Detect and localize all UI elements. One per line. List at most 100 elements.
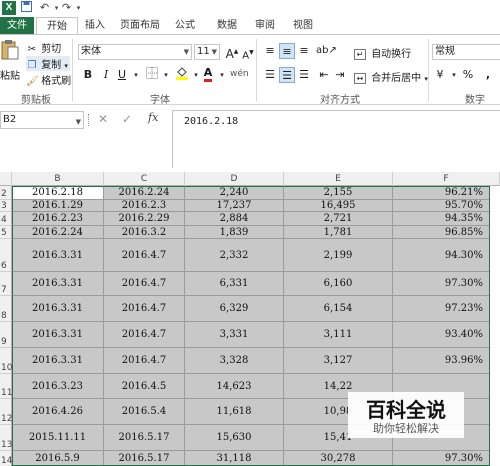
column-header[interactable]: F bbox=[393, 172, 500, 186]
copy-dropdown-icon[interactable]: ▾ bbox=[64, 62, 68, 70]
table-cell[interactable]: 2016.3.31 bbox=[12, 296, 104, 322]
table-cell[interactable]: 3,127 bbox=[284, 348, 393, 374]
row-header[interactable]: 14 bbox=[0, 451, 12, 466]
table-cell[interactable]: 1,781 bbox=[284, 226, 393, 239]
name-box[interactable]: B2 ▼ bbox=[0, 111, 84, 129]
font-size-select[interactable]: 11 ▼ bbox=[194, 44, 220, 60]
table-cell[interactable]: 15,630 bbox=[185, 425, 284, 451]
table-cell[interactable]: 3,331 bbox=[185, 322, 284, 348]
table-cell[interactable]: 3,328 bbox=[185, 348, 284, 374]
row-header[interactable]: 8 bbox=[0, 296, 12, 322]
align-center-button[interactable]: ☰ bbox=[279, 67, 295, 83]
row-header[interactable]: 3 bbox=[0, 200, 12, 212]
decrease-font-size-button[interactable]: A▼ bbox=[240, 45, 256, 61]
table-cell[interactable]: 14,623 bbox=[185, 374, 284, 399]
table-cell[interactable]: 97.30% bbox=[393, 272, 490, 296]
table-cell[interactable]: 2016.2.24 bbox=[12, 226, 104, 239]
table-cell[interactable]: 2016.2.3 bbox=[104, 200, 185, 212]
font-name-select[interactable]: 宋体 ▼ bbox=[78, 44, 192, 60]
increase-font-size-button[interactable]: A▲ bbox=[224, 44, 240, 61]
table-cell[interactable]: 6,154 bbox=[284, 296, 393, 322]
table-cell[interactable]: 2016.4.5 bbox=[104, 374, 185, 399]
table-cell[interactable]: 2016.2.24 bbox=[104, 186, 185, 200]
copy-button[interactable]: ❐ 复制 ▾ bbox=[26, 56, 70, 71]
table-cell[interactable]: 3,111 bbox=[284, 322, 393, 348]
row-header[interactable]: 10 bbox=[0, 348, 12, 374]
row-header[interactable]: 5 bbox=[0, 226, 12, 239]
align-middle-button[interactable]: ≡ bbox=[279, 43, 295, 59]
align-bottom-button[interactable]: ≡ bbox=[296, 43, 312, 59]
bold-button[interactable]: B bbox=[80, 67, 96, 83]
tab-formulas[interactable]: 公式 bbox=[170, 17, 200, 34]
select-all-corner[interactable] bbox=[0, 172, 12, 186]
table-cell[interactable]: 31,118 bbox=[185, 451, 284, 466]
column-header[interactable]: D bbox=[185, 172, 284, 186]
table-cell[interactable]: 97.30% bbox=[393, 451, 490, 466]
table-cell[interactable]: 2015.11.11 bbox=[12, 425, 104, 451]
table-cell[interactable]: 6,331 bbox=[185, 272, 284, 296]
wrap-text-button[interactable]: ↵ 自动换行 bbox=[354, 45, 411, 60]
save-icon[interactable] bbox=[20, 1, 33, 15]
tab-insert[interactable]: 插入 bbox=[80, 17, 110, 34]
merge-center-button[interactable]: ↔ 合并后居中 ▾ bbox=[354, 69, 428, 84]
table-cell[interactable]: 94.30% bbox=[393, 239, 490, 272]
table-cell[interactable]: 11,618 bbox=[185, 399, 284, 425]
active-cell[interactable]: 2016.2.18 bbox=[12, 186, 104, 200]
table-cell[interactable]: 2016.5.17 bbox=[104, 425, 185, 451]
table-cell[interactable]: 2016.5.17 bbox=[104, 451, 185, 466]
table-cell[interactable]: 2016.1.29 bbox=[12, 200, 104, 212]
table-cell[interactable]: 2016.4.7 bbox=[104, 272, 185, 296]
resize-handle[interactable] bbox=[88, 114, 90, 126]
table-cell[interactable]: 94.35% bbox=[393, 212, 490, 226]
column-header[interactable]: E bbox=[284, 172, 393, 186]
cancel-icon[interactable]: ✕ bbox=[98, 112, 108, 126]
increase-indent-button[interactable]: ⇥ bbox=[332, 67, 348, 83]
table-cell[interactable]: 2016.3.31 bbox=[12, 348, 104, 374]
tab-page-layout[interactable]: 页面布局 bbox=[116, 17, 164, 34]
table-cell[interactable]: 2,199 bbox=[284, 239, 393, 272]
table-cell[interactable]: 2016.4.26 bbox=[12, 399, 104, 425]
table-cell[interactable]: 2016.3.2 bbox=[104, 226, 185, 239]
table-cell[interactable]: 93.40% bbox=[393, 322, 490, 348]
table-cell[interactable]: 97.23% bbox=[393, 296, 490, 322]
table-cell[interactable]: 2016.4.7 bbox=[104, 296, 185, 322]
cut-button[interactable]: ✂ 剪切 bbox=[26, 40, 61, 55]
tab-review[interactable]: 审阅 bbox=[250, 17, 280, 34]
customize-qat-icon[interactable]: ▾ bbox=[72, 1, 85, 15]
italic-button[interactable]: I bbox=[98, 67, 114, 83]
table-cell[interactable]: 2016.3.31 bbox=[12, 272, 104, 296]
align-left-button[interactable]: ☰ bbox=[262, 67, 278, 83]
align-right-button[interactable]: ☰ bbox=[296, 67, 312, 83]
table-cell[interactable]: 95.70% bbox=[393, 200, 490, 212]
table-cell[interactable]: 2016.3.31 bbox=[12, 322, 104, 348]
orientation-button[interactable]: ab↗ bbox=[316, 43, 337, 59]
enter-icon[interactable]: ✓ bbox=[122, 112, 132, 126]
column-header[interactable]: C bbox=[104, 172, 185, 186]
formula-input[interactable]: 2016.2.18 bbox=[172, 110, 500, 168]
table-cell[interactable]: 2,884 bbox=[185, 212, 284, 226]
underline-dropdown-icon[interactable]: ▾ bbox=[128, 67, 144, 83]
table-cell[interactable]: 2,240 bbox=[185, 186, 284, 200]
font-color-dropdown-icon[interactable]: ▾ bbox=[214, 67, 230, 83]
table-cell[interactable]: 2016.4.7 bbox=[104, 322, 185, 348]
format-painter-button[interactable]: 🖌 格式刷 bbox=[26, 72, 71, 87]
comma-style-button[interactable]: , bbox=[480, 67, 496, 83]
table-cell[interactable]: 2016.5.9 bbox=[12, 451, 104, 466]
row-header[interactable]: 9 bbox=[0, 322, 12, 348]
tab-home[interactable]: 开始 bbox=[36, 17, 78, 35]
table-cell[interactable]: 2,721 bbox=[284, 212, 393, 226]
table-cell[interactable]: 30,278 bbox=[284, 451, 393, 466]
column-header[interactable]: B bbox=[12, 172, 104, 186]
table-cell[interactable]: 2016.3.31 bbox=[12, 239, 104, 272]
row-header[interactable]: 11 bbox=[0, 374, 12, 399]
tab-file[interactable]: 文件 bbox=[0, 17, 34, 34]
phonetic-button[interactable]: wén bbox=[230, 66, 249, 82]
paste-button[interactable]: 粘贴 bbox=[0, 39, 22, 83]
table-cell[interactable]: 2,332 bbox=[185, 239, 284, 272]
row-header[interactable]: 13 bbox=[0, 425, 12, 451]
row-header[interactable]: 12 bbox=[0, 399, 12, 425]
insert-function-button[interactable]: fx bbox=[148, 111, 158, 124]
table-cell[interactable]: 96.85% bbox=[393, 226, 490, 239]
tab-view[interactable]: 视图 bbox=[288, 17, 318, 34]
number-format-select[interactable]: 常规 bbox=[432, 44, 500, 60]
